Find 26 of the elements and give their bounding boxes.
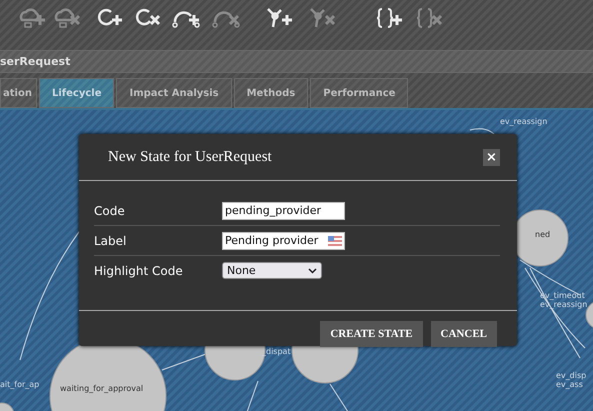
diagram-label: waiting_for_approval xyxy=(60,384,144,393)
cancel-button[interactable]: CANCEL xyxy=(430,321,497,347)
node-add-icon[interactable] xyxy=(265,6,295,30)
diagram-label: ev_ass xyxy=(556,380,583,389)
label-field[interactable]: Pending provider xyxy=(222,232,345,250)
diagram-label: ait_for_ap xyxy=(0,380,40,389)
close-button[interactable]: × xyxy=(483,148,500,166)
field-label: Highlight Code xyxy=(94,264,184,278)
diagram-label: ev_disp xyxy=(556,371,586,380)
highlight-select[interactable]: None xyxy=(222,262,322,279)
class-title: serRequest xyxy=(0,55,70,68)
tab[interactable]: Lifecycle xyxy=(38,78,114,108)
tab[interactable]: Performance xyxy=(310,78,408,108)
tab[interactable]: Methods xyxy=(234,78,308,108)
tab[interactable]: ation xyxy=(0,78,37,108)
braces-add-icon[interactable] xyxy=(375,6,405,30)
field-label: Code xyxy=(94,204,126,218)
dialog-title: New State for UserRequest xyxy=(108,148,272,166)
diagram-label: ned xyxy=(535,230,550,239)
diagram-label: ev_reassign xyxy=(500,117,548,126)
code-field[interactable]: pending_provider xyxy=(222,202,345,220)
flag-icon[interactable] xyxy=(328,236,342,246)
tab[interactable]: Impact Analysis xyxy=(116,78,232,108)
create-state-button[interactable]: CREATE STATE xyxy=(320,321,423,347)
chevron-down-icon[interactable] xyxy=(308,268,317,274)
field-label: Label xyxy=(94,234,128,248)
